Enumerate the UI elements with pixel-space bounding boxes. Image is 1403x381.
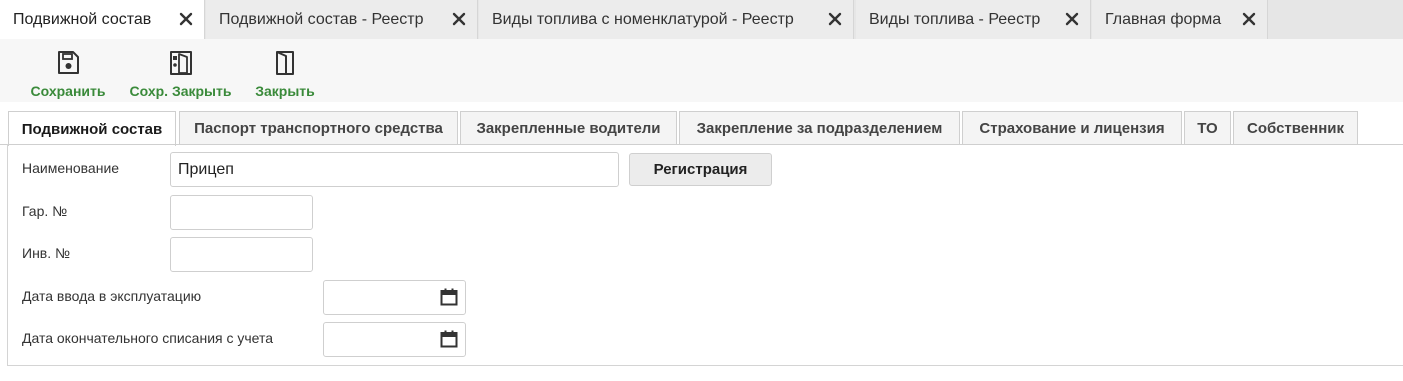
document-tab-bar: Подвижной состав Подвижной состав - Реес… <box>0 0 1403 39</box>
doc-tab-fuel-types-nomenclature-registry[interactable]: Виды топлива с номенклатурой - Реестр <box>479 0 854 39</box>
save-button-label: Сохранить <box>30 83 106 99</box>
close-button[interactable]: Закрыть <box>254 49 316 99</box>
doc-tab-main-form[interactable]: Главная форма <box>1092 0 1268 39</box>
tab-owner[interactable]: Собственник <box>1233 111 1358 145</box>
tab-insurance-license[interactable]: Страхование и лицензия <box>962 111 1182 145</box>
inventory-number-input[interactable] <box>170 237 313 272</box>
doc-tab-label: Виды топлива с номенклатурой - Реестр <box>492 10 794 28</box>
form-tab-bar: Подвижной состав Паспорт транспортного с… <box>0 102 1403 146</box>
doc-tab-label: Подвижной состав <box>13 10 152 28</box>
close-button-label: Закрыть <box>255 83 315 99</box>
doc-tab-label: Виды топлива - Реестр <box>869 10 1041 28</box>
floppy-disk-icon <box>58 51 79 74</box>
close-icon[interactable] <box>178 11 194 27</box>
writeoff-date-label: Дата окончательного списания с учета <box>22 330 274 346</box>
name-label: Наименование <box>22 160 120 176</box>
tab-maintenance[interactable]: ТО <box>1184 111 1231 145</box>
exit-door-icon <box>276 51 294 75</box>
doc-tab-label: Подвижной состав - Реестр <box>219 10 424 28</box>
save-close-button-label: Сохр. Закрыть <box>129 83 232 99</box>
close-icon[interactable] <box>451 11 467 27</box>
tab-rolling-stock[interactable]: Подвижной состав <box>8 111 176 146</box>
save-close-button[interactable]: Сохр. Закрыть <box>130 49 231 99</box>
save-close-door-icon <box>169 51 192 75</box>
tab-department-assignment[interactable]: Закрепление за подразделением <box>679 111 960 145</box>
doc-tab-rolling-stock[interactable]: Подвижной состав <box>0 0 205 39</box>
toolbar: Сохранить Сохр. Закрыть Закрыть <box>0 39 1403 102</box>
doc-tab-label: Главная форма <box>1105 10 1222 28</box>
commission-date-label: Дата ввода в эксплуатацию <box>22 288 202 304</box>
calendar-icon[interactable] <box>440 330 458 348</box>
doc-tab-fuel-types-registry[interactable]: Виды топлива - Реестр <box>856 0 1091 39</box>
close-icon[interactable] <box>1064 11 1080 27</box>
registration-button[interactable]: Регистрация <box>629 153 772 186</box>
doc-tab-rolling-stock-registry[interactable]: Подвижной состав - Реестр <box>206 0 478 39</box>
tab-assigned-drivers[interactable]: Закрепленные водители <box>460 111 677 145</box>
inventory-number-label: Инв. № <box>22 245 71 261</box>
save-button[interactable]: Сохранить <box>30 49 106 99</box>
close-icon[interactable] <box>1241 11 1257 27</box>
close-icon[interactable] <box>827 11 843 27</box>
garage-number-input[interactable] <box>170 195 313 230</box>
calendar-icon[interactable] <box>440 288 458 306</box>
garage-number-label: Гар. № <box>22 203 68 219</box>
name-input[interactable] <box>170 152 619 187</box>
tab-vehicle-passport[interactable]: Паспорт транспортного средства <box>179 111 458 145</box>
